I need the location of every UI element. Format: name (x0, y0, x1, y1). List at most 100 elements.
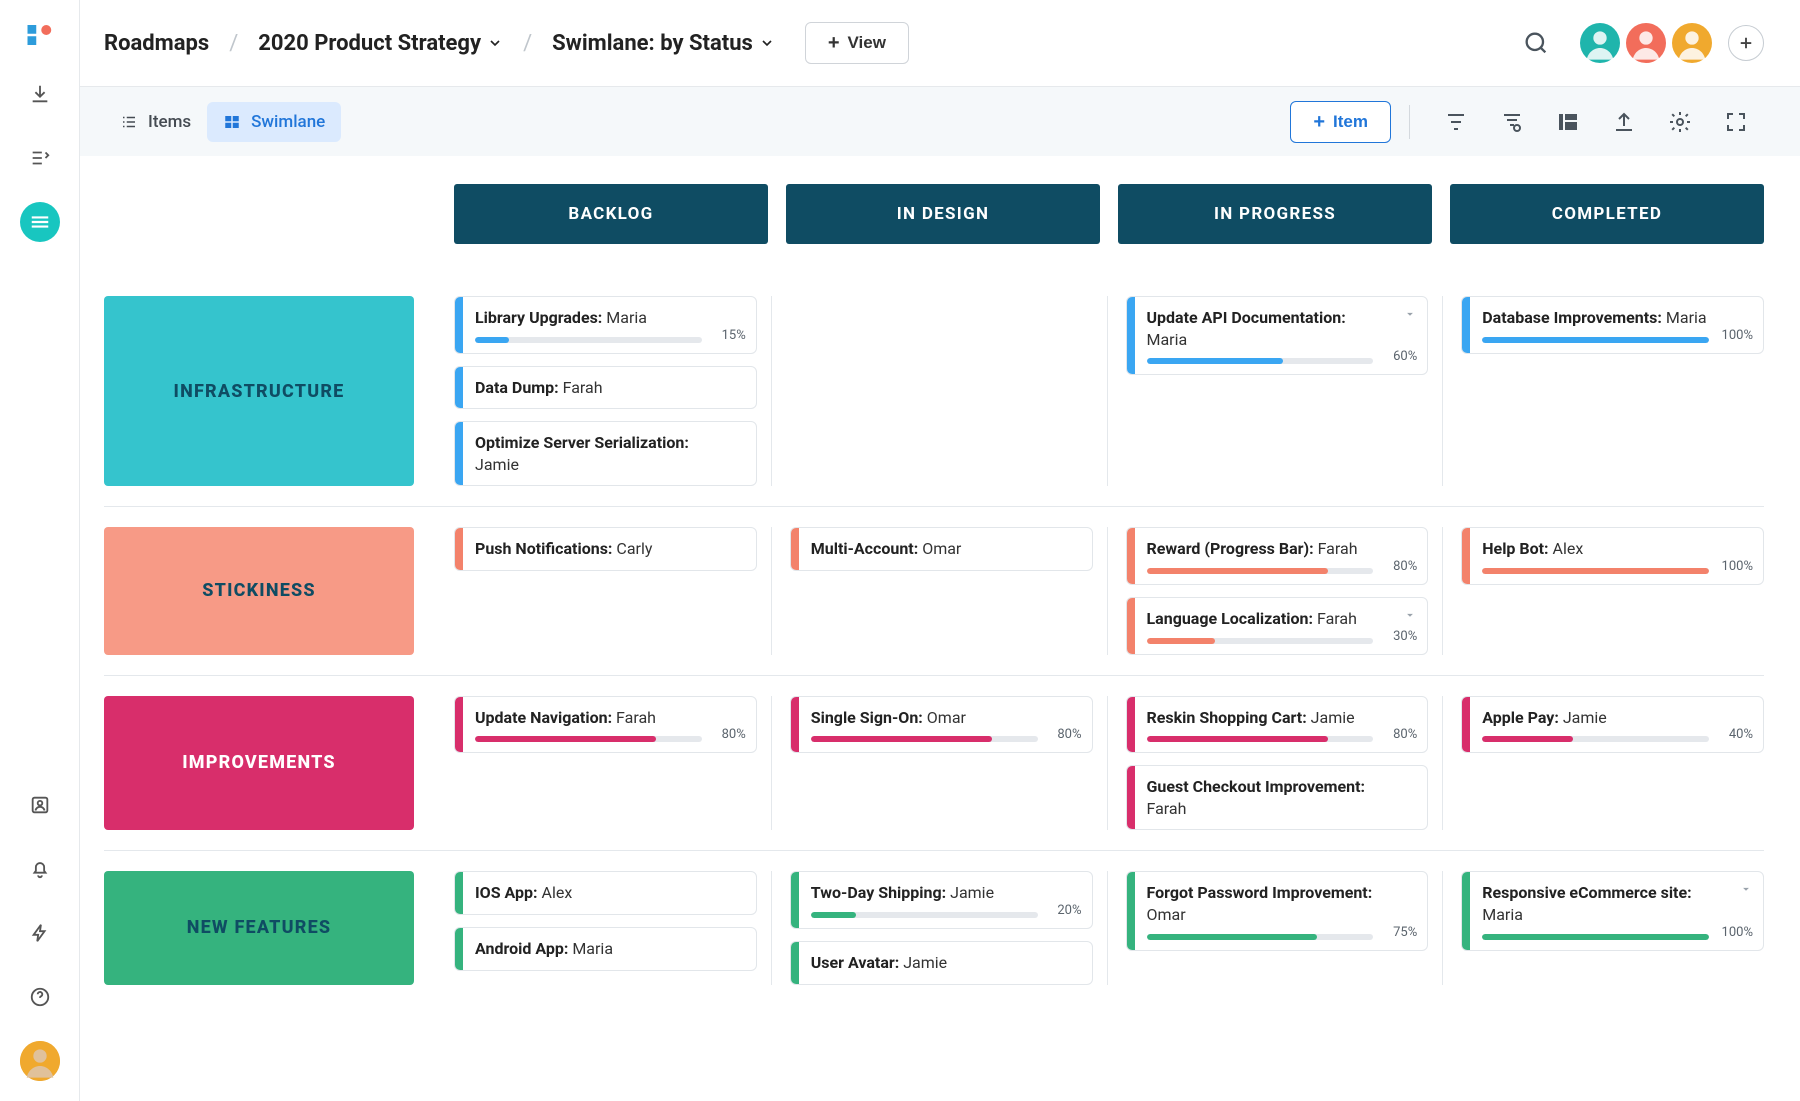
board: BACKLOG IN DESIGN IN PROGRESS COMPLETED INF… (80, 156, 1800, 1045)
card-title: Language Localization: Farah (1147, 608, 1374, 630)
card-title: Responsive eCommerce site: Maria (1482, 882, 1709, 925)
card-menu-icon[interactable] (1403, 608, 1417, 626)
lane-cell[interactable]: Single Sign-On: Omar80% (790, 696, 1108, 831)
column-header[interactable]: BACKLOG (454, 184, 768, 244)
card[interactable]: Database Improvements: Maria100% (1461, 296, 1764, 354)
fullscreen-icon[interactable] (1724, 110, 1748, 134)
card[interactable]: Update API Documentation: Maria60% (1126, 296, 1429, 375)
lane-cell[interactable]: Reskin Shopping Cart: Jamie 80% Guest Chec… (1126, 696, 1444, 831)
download-icon[interactable] (20, 74, 60, 114)
lane-cell[interactable]: Push Notifications: Carly (454, 527, 772, 654)
progress-bar (1482, 934, 1709, 940)
card[interactable]: Update Navigation: Farah80% (454, 696, 757, 754)
lane-header[interactable]: NEW FEATURES (104, 871, 414, 984)
progress-bar (811, 912, 1038, 918)
lane-cell[interactable]: Responsive eCommerce site: Maria 100% (1461, 871, 1764, 984)
filter-icon[interactable] (1444, 110, 1468, 134)
lane-header[interactable]: STICKINESS (104, 527, 414, 654)
column-header[interactable]: IN DESIGN (786, 184, 1100, 244)
card-menu-icon[interactable] (1403, 307, 1417, 325)
lane-cell[interactable]: IOS App: Alex Android App: Maria (454, 871, 772, 984)
collaborator-avatar[interactable] (1580, 23, 1620, 63)
card-title: Update Navigation: Farah (475, 707, 702, 729)
view-toolbar: Items Swimlane +Item (80, 86, 1800, 156)
lane-cell[interactable]: Database Improvements: Maria100% (1461, 296, 1764, 486)
progress-percent: 100% (1722, 925, 1753, 940)
lane-cell[interactable]: Reward (Progress Bar): Farah80% Language … (1126, 527, 1444, 654)
lane-cell[interactable]: Two-Day Shipping: Jamie20% User Avatar: J… (790, 871, 1108, 984)
add-view-button[interactable]: +View (805, 22, 909, 64)
card[interactable]: Guest Checkout Improvement: Farah (1126, 765, 1429, 830)
lane-header[interactable]: IMPROVEMENTS (104, 696, 414, 831)
tab-swimlane[interactable]: Swimlane (207, 102, 341, 142)
card-menu-icon[interactable] (1739, 882, 1753, 900)
card[interactable]: Single Sign-On: Omar80% (790, 696, 1093, 754)
search-icon[interactable] (1522, 29, 1550, 57)
card[interactable]: Language Localization: Farah30% (1126, 597, 1429, 655)
card[interactable]: Library Upgrades: Maria15% (454, 296, 757, 354)
card-title: Push Notifications: Carly (475, 538, 702, 560)
lane-cell[interactable]: Library Upgrades: Maria15% Data Dump: Far… (454, 296, 772, 486)
bell-icon[interactable] (20, 849, 60, 889)
card[interactable]: Reskin Shopping Cart: Jamie 80% (1126, 696, 1429, 754)
progress-bar (811, 736, 1038, 742)
contact-icon[interactable] (20, 785, 60, 825)
bolt-icon[interactable] (20, 913, 60, 953)
lane-cell[interactable]: Help Bot: Alex100% (1461, 527, 1764, 654)
breadcrumb-project[interactable]: 2020 Product Strategy (258, 31, 503, 56)
progress-bar (1482, 337, 1709, 343)
card-title: User Avatar: Jamie (811, 952, 1038, 974)
lane-cell[interactable]: Update Navigation: Farah80% (454, 696, 772, 831)
breadcrumb-view[interactable]: Swimlane: by Status (552, 31, 775, 56)
card-title: Reward (Progress Bar): Farah (1147, 538, 1374, 560)
card[interactable]: User Avatar: Jamie (790, 941, 1093, 985)
card-title: Help Bot: Alex (1482, 538, 1709, 560)
card[interactable]: Forgot Password Improvement: Omar75% (1126, 871, 1429, 950)
column-header[interactable]: IN PROGRESS (1118, 184, 1432, 244)
card[interactable]: Data Dump: Farah (454, 366, 757, 410)
lane-cell[interactable]: Apple Pay: Jamie40% (1461, 696, 1764, 831)
card-title: Multi-Account: Omar (811, 538, 1038, 560)
card[interactable]: Reward (Progress Bar): Farah80% (1126, 527, 1429, 585)
user-avatar[interactable] (20, 1041, 60, 1081)
app-logo[interactable] (25, 20, 55, 50)
help-icon[interactable] (20, 977, 60, 1017)
settings-icon[interactable] (1668, 110, 1692, 134)
lane-cell[interactable]: Multi-Account: Omar (790, 527, 1108, 654)
list-arrow-icon[interactable] (20, 138, 60, 178)
card[interactable]: Apple Pay: Jamie40% (1461, 696, 1764, 754)
left-sidebar (0, 0, 80, 1101)
card[interactable]: Android App: Maria (454, 927, 757, 971)
breadcrumb-root[interactable]: Roadmaps (104, 31, 209, 56)
layout-icon[interactable] (1556, 110, 1580, 134)
card[interactable]: IOS App: Alex (454, 871, 757, 915)
card[interactable]: Help Bot: Alex100% (1461, 527, 1764, 585)
collaborator-avatar[interactable] (1672, 23, 1712, 63)
export-icon[interactable] (1612, 110, 1636, 134)
card-title: Update API Documentation: Maria (1147, 307, 1374, 350)
progress-percent: 15% (722, 328, 746, 343)
lane-header[interactable]: INFRASTRUCTURE (104, 296, 414, 486)
add-item-button[interactable]: +Item (1290, 101, 1391, 143)
lane-cell[interactable]: Forgot Password Improvement: Omar75% (1126, 871, 1444, 984)
filter-link-icon[interactable] (1500, 110, 1524, 134)
collaborator-avatar[interactable] (1626, 23, 1666, 63)
lane-row: IMPROVEMENTSUpdate Navigation: Farah80%S… (104, 676, 1764, 852)
card[interactable]: Multi-Account: Omar (790, 527, 1093, 571)
card[interactable]: Responsive eCommerce site: Maria 100% (1461, 871, 1764, 950)
card[interactable]: Push Notifications: Carly (454, 527, 757, 571)
add-collaborator-button[interactable] (1728, 25, 1764, 61)
swimlane-nav-icon[interactable] (20, 202, 60, 242)
card[interactable]: Two-Day Shipping: Jamie20% (790, 871, 1093, 929)
card[interactable]: Optimize Server Serialization: Jamie (454, 421, 757, 486)
card-title: Optimize Server Serialization: Jamie (475, 432, 702, 475)
progress-percent: 100% (1722, 328, 1753, 343)
lane-cell[interactable] (790, 296, 1108, 486)
tab-items[interactable]: Items (104, 102, 207, 142)
lane-cell[interactable]: Update API Documentation: Maria60% (1126, 296, 1444, 486)
column-header[interactable]: COMPLETED (1450, 184, 1764, 244)
progress-bar (475, 736, 702, 742)
lane-row: INFRASTRUCTURELibrary Upgrades: Maria15%… (104, 296, 1764, 507)
card-title: Reskin Shopping Cart: Jamie (1147, 707, 1374, 729)
progress-percent: 80% (1393, 727, 1417, 742)
